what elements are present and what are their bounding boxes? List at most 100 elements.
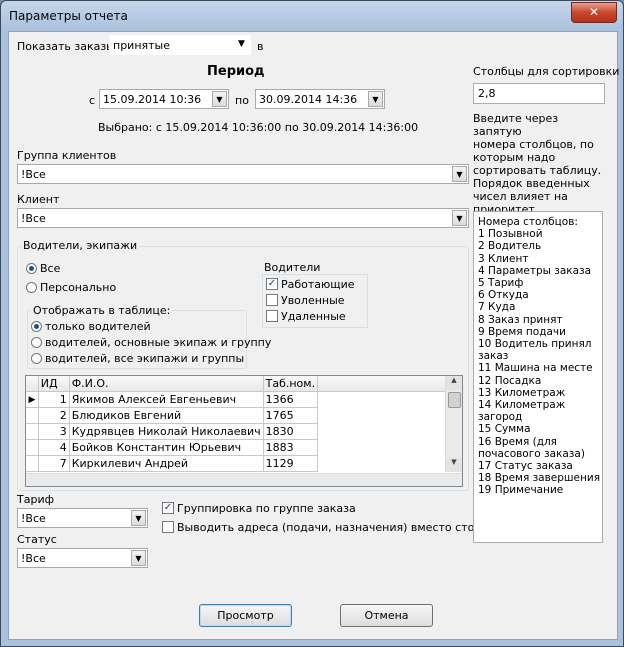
table-row[interactable]: 3 Кудрявцев Николай Николаевич 1830 [26,423,462,440]
checkbox-fired[interactable] [266,294,278,306]
radio-personal-label: Персонально [40,281,117,294]
table-row[interactable]: 2 Блюдиков Евгений 1765 [26,407,462,424]
display-opt1-label: только водителей [45,320,151,333]
cell-tab[interactable]: 1366 [263,391,319,408]
window-title: Параметры отчета [9,9,128,23]
list-item: 9 Время подачи [478,325,566,338]
working-label: Работающие [281,278,355,291]
cell-name[interactable]: Кудрявцев Николай Николаевич [69,423,264,440]
show-orders-select[interactable]: принятые ▼ [109,35,251,55]
cancel-button[interactable]: Отмена [340,604,433,627]
cell-tab[interactable]: 1765 [263,407,319,424]
deleted-label: Удаленные [281,310,346,323]
scroll-down-icon[interactable]: ▼ [446,458,462,472]
display-radio-main-crew[interactable] [31,337,42,348]
tariff-value: !Все [21,512,46,525]
tariff-select[interactable]: !Все ▼ [17,508,148,528]
display-opt3-label: водителей, все экипажи и группы [45,352,245,365]
chevron-down-icon[interactable]: ▼ [452,210,467,226]
list-item: 15 Сумма [478,423,531,436]
display-radio-drivers-only[interactable] [31,321,42,332]
column-header-name[interactable]: Ф.И.О. [69,376,264,392]
period-from-picker[interactable]: 15.09.2014 10:36 ▼ [99,89,229,109]
sort-columns-list: Номера столбцов: 1 Позывной 2 Водитель 3… [473,211,603,543]
table-horizontal-scrollbar[interactable] [26,473,462,486]
checkbox-group-by-order-group[interactable]: ✓ [162,502,174,514]
cell-tab[interactable]: 1129 [263,455,319,472]
client-value: !Все [21,212,46,225]
title-bar[interactable]: Параметры отчета ✕ [1,1,623,31]
sort-columns-label: Столбцы для сортировки [473,65,620,78]
status-label: Статус [17,533,57,546]
current-row-icon: ▶ [26,391,39,408]
client-group-select[interactable]: !Все ▼ [17,164,469,184]
chevron-down-icon: ▼ [234,37,249,53]
radio-personal[interactable] [26,282,37,293]
radio-all[interactable] [26,263,37,274]
chevron-down-icon[interactable]: ▼ [368,91,383,107]
client-select[interactable]: !Все ▼ [17,208,469,228]
report-params-window: Параметры отчета ✕ Показать заказы: прин… [0,0,624,647]
scroll-up-icon[interactable]: ▲ [446,376,462,390]
show-addresses-label: Выводить адреса (подачи, назначения) вме… [177,521,502,534]
client-label: Клиент [17,193,60,206]
list-item: 2 Водитель [478,240,542,253]
list-item: 7 Куда [478,301,516,314]
scroll-thumb[interactable] [448,392,461,408]
period-to-picker[interactable]: 30.09.2014 14:36 ▼ [255,89,385,109]
list-item: 13 Километраж [478,386,566,399]
period-heading: Период [207,64,265,79]
checkbox-deleted[interactable] [266,310,278,322]
cell-id[interactable]: 4 [38,439,70,456]
chevron-down-icon[interactable]: ▼ [131,510,146,526]
list-item: 6 Откуда [478,289,529,302]
drivers-box-title: Водители [264,261,321,274]
list-item: 16 Время (для [478,435,557,448]
list-item: 8 Заказ принят [478,313,563,326]
list-item: 11 Машина на месте [478,362,593,375]
list-item: загород [478,411,523,424]
display-group-title: Отображать в таблице: [31,304,173,317]
list-item: почасового заказа) [478,447,585,460]
close-icon: ✕ [588,5,600,19]
cell-id[interactable]: 7 [38,455,70,472]
cell-name[interactable]: Якимов Алексей Евгеньевич [69,391,264,408]
column-header-id[interactable]: ИД [38,376,70,392]
dialog-body: Показать заказы: принятые ▼ в Период с 1… [8,31,620,640]
cell-tab[interactable]: 1830 [263,423,319,440]
close-button[interactable]: ✕ [571,2,617,23]
show-orders-suffix: в [257,40,264,53]
selected-period-text: Выбрано: с 15.09.2014 10:36:00 по 30.09.… [98,121,419,134]
group-by-label: Группировка по группе заказа [177,502,356,515]
checkbox-working[interactable]: ✓ [266,278,278,290]
list-item: 4 Параметры заказа [478,264,592,277]
status-select[interactable]: !Все ▼ [17,548,148,568]
cell-name[interactable]: Киркилевич Андрей [69,455,264,472]
chevron-down-icon[interactable]: ▼ [131,550,146,566]
preview-button[interactable]: Просмотр [199,604,292,627]
sort-columns-input[interactable]: 2,8 [473,83,605,104]
cell-id[interactable]: 3 [38,423,70,440]
checkbox-show-addresses[interactable] [162,521,174,533]
table-row[interactable]: 4 Бойков Константин Юрьевич 1883 [26,439,462,456]
column-header-tab[interactable]: Таб.ном. [263,376,319,392]
chevron-down-icon[interactable]: ▼ [452,166,467,182]
display-radio-all-crews[interactable] [31,353,42,364]
cell-name[interactable]: Блюдиков Евгений [69,407,264,424]
table-row[interactable]: ▶ 1 Якимов Алексей Евгеньевич 1366 [26,391,462,408]
list-item: 1 Позывной [478,228,543,241]
list-item: 3 Клиент [478,252,529,265]
table-vertical-scrollbar[interactable]: ▲ ▼ [445,376,462,472]
drivers-table[interactable]: ИД Ф.И.О. Таб.ном. ▶ 1 Якимов Алексей Ев… [25,375,463,487]
cell-id[interactable]: 2 [38,407,70,424]
cell-name[interactable]: Бойков Константин Юрьевич [69,439,264,456]
table-row[interactable]: 7 Киркилевич Андрей 1129 [26,455,462,472]
list-item: Номера столбцов: [478,216,578,228]
list-item: 5 Тариф [478,277,524,290]
cell-tab[interactable]: 1883 [263,439,319,456]
chevron-down-icon[interactable]: ▼ [212,91,227,107]
list-item: 19 Примечание [478,484,564,497]
table-header-row: ИД Ф.И.О. Таб.ном. [26,376,462,392]
list-item: 17 Статус заказа [478,460,573,473]
cell-id[interactable]: 1 [38,391,70,408]
